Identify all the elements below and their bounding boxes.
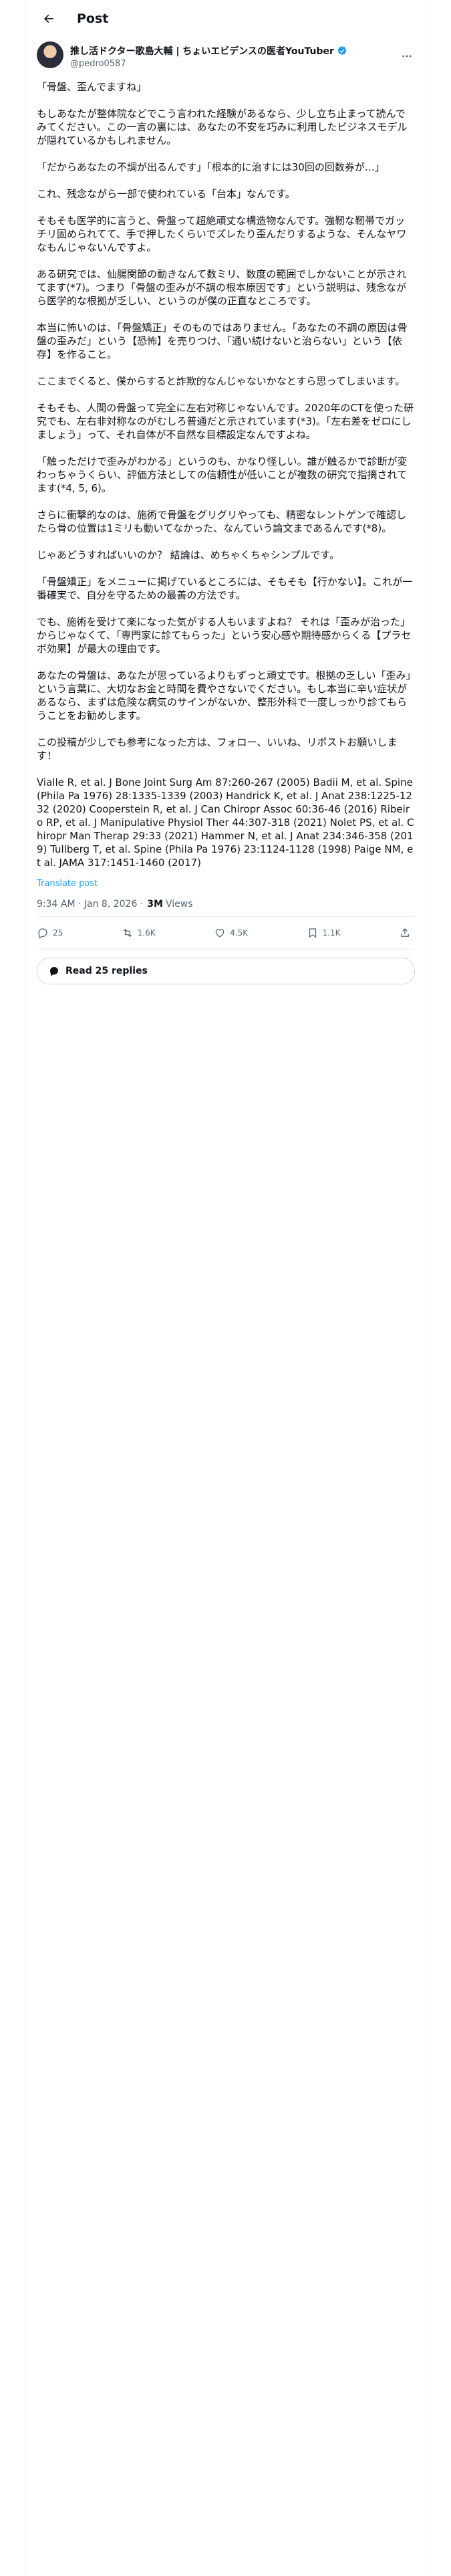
top-bar: Post — [26, 0, 426, 37]
post-text: 「骨盤、歪んでますね」 もしあなたが整体院などでこう言われた経験があるなら、少し… — [26, 71, 426, 869]
post-paragraph: そもそも医学的に言うと、骨盤って超絶頑丈な構造物なんです。強靭な靭帯でガッチリ固… — [37, 215, 407, 253]
reply-icon — [38, 928, 47, 939]
post-paragraph: これ、残念ながら一部で使われている「台本」なんです。 — [37, 188, 295, 200]
reply-button[interactable]: 25 — [37, 927, 63, 939]
post-paragraph: この投稿が少しでも参考になった方は、フォロー、いいね、リポストお願いします！ — [37, 736, 398, 762]
post-timestamp[interactable]: 9:34 AM · Jan 8, 2026 — [37, 899, 137, 909]
main-column: Post 推し活ドクター歌島大輔 | ちょいエビデンスの医者YouTuber @… — [25, 0, 426, 2576]
separator: · — [137, 899, 144, 909]
repost-button[interactable]: 1.6K — [122, 927, 156, 939]
post-paragraph: ある研究では、仙腸関節の動きなんて数ミリ、数度の範囲でしかないことが示されてます… — [37, 268, 407, 307]
verified-badge-icon — [337, 45, 347, 56]
author-name[interactable]: 推し活ドクター歌島大輔 | ちょいエビデンスの医者YouTuber — [70, 44, 334, 58]
avatar[interactable] — [37, 41, 63, 68]
action-bar: 25 1.6K 4.5K 1.1K — [37, 917, 415, 950]
bookmark-button[interactable]: 1.1K — [307, 927, 341, 939]
post-paragraph: 「触っただけで歪みがわかる」というのも、かなり怪しい。誰が触るかで診断が変わっち… — [37, 455, 408, 494]
post-paragraph: 「骨盤、歪んでますね」 — [37, 81, 147, 93]
post-paragraph: あなたの骨盤は、あなたが思っているよりもずっと頑丈です。根拠の乏しい「歪み」とい… — [37, 669, 411, 722]
comment-bubble-icon — [50, 967, 58, 976]
bookmark-icon — [309, 928, 316, 938]
author-handle[interactable]: @pedro0587 — [70, 59, 399, 69]
read-replies-label: Read 25 replies — [65, 966, 148, 976]
author-info: 推し活ドクター歌島大輔 | ちょいエビデンスの医者YouTuber @pedro… — [70, 41, 399, 71]
post-paragraph: もしあなたが整体院などでこう言われた経験があるなら、少し立ち止まって読んでみてく… — [37, 108, 408, 146]
post-author: 推し活ドクター歌島大輔 | ちょいエビデンスの医者YouTuber @pedro… — [26, 37, 426, 71]
views-count: 3M — [147, 899, 163, 909]
bookmark-count: 1.1K — [322, 928, 341, 938]
post-paragraph: 「骨盤矯正」をメニューに掲げているところには、そもそも【行かない】。これが一番確… — [37, 576, 413, 601]
share-button[interactable] — [399, 927, 415, 939]
repost-icon — [123, 928, 132, 938]
back-arrow-icon — [44, 14, 53, 23]
post-paragraph: でも、施術を受けて楽になった気がする人もいますよね？ それは「歪みが治った」から… — [37, 616, 412, 655]
share-icon — [401, 928, 409, 937]
heart-icon — [215, 929, 224, 938]
more-options-icon[interactable] — [399, 41, 415, 71]
references-paragraph: Vialle R, et al. J Bone Joint Surg Am 87… — [37, 776, 416, 869]
post-meta: 9:34 AM · Jan 8, 2026 · 3M Views — [37, 892, 415, 917]
like-button[interactable]: 4.5K — [214, 927, 248, 939]
post-paragraph: ここまでくると、僕からすると詐欺的なんじゃないかなとすら思ってしまいます。 — [37, 375, 406, 387]
back-button[interactable] — [37, 7, 61, 31]
read-replies-button[interactable]: Read 25 replies — [37, 958, 415, 984]
page-title: Post — [77, 11, 109, 26]
views-label: Views — [165, 899, 193, 909]
post-paragraph: さらに衝撃的なのは、施術で骨盤をグリグリやっても、精密なレントゲンで確認したら骨… — [37, 509, 407, 534]
translate-post-link[interactable]: Translate post — [26, 879, 426, 892]
like-count: 4.5K — [230, 928, 249, 938]
post-paragraph: 本当に怖いのは、「骨盤矯正」そのものではありません。「あなたの不調の原因は骨盤の… — [37, 322, 408, 360]
post-paragraph: そもそも、人間の骨盤って完全に左右対称じゃないんです。2020年のCTを使った研… — [37, 402, 414, 441]
reply-count: 25 — [53, 928, 63, 938]
post-paragraph: じゃあどうすればいいのか？ 結論は、めちゃくちゃシンプルです。 — [37, 549, 339, 561]
post-paragraph: 「だからあなたの不調が出るんです」「根本的に治すには30回の回数券が…」 — [37, 161, 385, 173]
repost-count: 1.6K — [137, 928, 156, 938]
